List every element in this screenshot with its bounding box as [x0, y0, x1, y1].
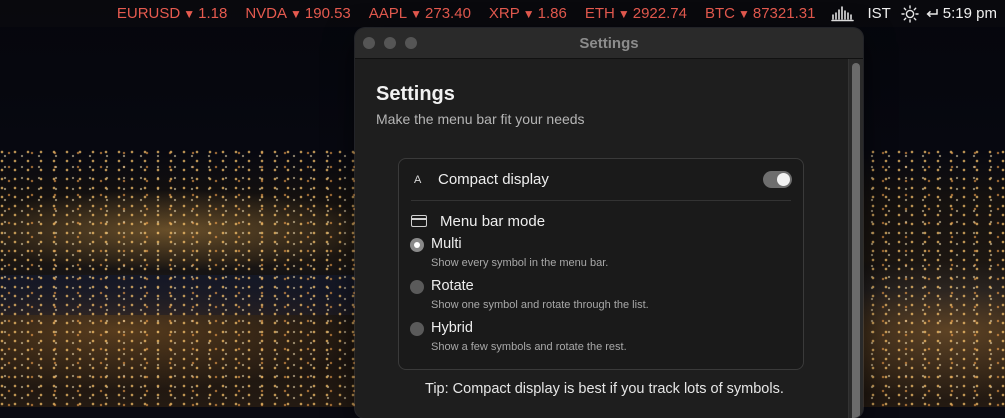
radio-rotate[interactable] [410, 280, 424, 294]
window-titlebar[interactable]: Settings [355, 28, 863, 59]
ticker-item[interactable]: EURUSD ▼ 1.18 [117, 5, 227, 22]
option-description: Show a few symbols and rotate the rest. [431, 341, 627, 353]
ticker-symbol: ETH [584, 5, 615, 22]
radio-multi[interactable] [410, 238, 424, 252]
compact-display-label: Compact display [438, 171, 549, 188]
ticker-value: 1.18 [198, 5, 228, 22]
down-arrow-icon: ▼ [410, 7, 423, 21]
tip-text: Tip: Compact display is best if you trac… [425, 381, 784, 397]
menu-bar-clock[interactable]: 5:19 pm [943, 5, 997, 22]
ticker-value: 87321.31 [752, 5, 816, 22]
window-title: Settings [579, 35, 639, 52]
ticker-value: 273.40 [425, 5, 471, 22]
ticker-item[interactable]: XRP ▼ 1.86 [489, 5, 567, 22]
scrollbar-thumb[interactable] [852, 63, 860, 418]
menu-bar: EURUSD ▼ 1.18 NVDA ▼ 190.53 AAPL ▼ 273.40 XRP ▼… [0, 0, 1005, 27]
ticker-item[interactable]: BTC ▼ 87321.31 [705, 5, 815, 22]
divider [411, 200, 791, 201]
option-label: Hybrid [431, 320, 473, 336]
waveform-icon[interactable] [831, 5, 855, 22]
toggle-knob [777, 173, 790, 186]
option-description: Show one symbol and rotate through the l… [431, 299, 649, 311]
mode-option-hybrid[interactable]: Hybrid Show a few symbols and rotate the… [410, 320, 790, 360]
option-description: Show every symbol in the menu bar. [431, 257, 609, 269]
return-arrow-icon[interactable] [925, 7, 939, 21]
down-arrow-icon: ▼ [617, 7, 630, 21]
mode-option-rotate[interactable]: Rotate Show one symbol and rotate throug… [410, 278, 790, 318]
ticker-symbol: XRP [488, 5, 520, 22]
down-arrow-icon: ▼ [737, 7, 750, 21]
down-arrow-icon: ▼ [183, 7, 196, 21]
option-label: Rotate [431, 278, 474, 294]
option-label: Multi [431, 236, 462, 252]
ticker-value: 2922.74 [632, 5, 687, 22]
brightness-icon[interactable] [901, 4, 919, 23]
ticker-symbol: NVDA [245, 5, 287, 22]
page-title: Settings [376, 83, 455, 105]
radio-hybrid[interactable] [410, 322, 424, 336]
ticker-symbol: BTC [704, 5, 735, 22]
scrollbar[interactable] [848, 59, 863, 418]
compact-display-toggle[interactable] [763, 171, 792, 188]
ticker-item[interactable]: AAPL ▼ 273.40 [369, 5, 471, 22]
settings-window: Settings Settings Make the menu bar fit … [355, 28, 863, 418]
compact-display-row: A Compact display [399, 159, 803, 199]
settings-group: A Compact display Menu bar mode Multi Sh… [398, 158, 804, 370]
down-arrow-icon: ▼ [522, 7, 535, 21]
ticker-item[interactable]: NVDA ▼ 190.53 [245, 5, 350, 22]
ticker-list: EURUSD ▼ 1.18 NVDA ▼ 190.53 AAPL ▼ 273.40 XRP ▼… [117, 5, 816, 22]
ticker-symbol: EURUSD [116, 5, 181, 22]
page-subtitle: Make the menu bar fit your needs [376, 111, 585, 127]
text-size-icon: A [414, 174, 422, 186]
ticker-value: 190.53 [304, 5, 351, 22]
window-icon [411, 215, 427, 227]
ticker-symbol: AAPL [368, 5, 408, 22]
ticker-value: 1.86 [537, 5, 567, 22]
down-arrow-icon: ▼ [290, 7, 302, 21]
mode-option-multi[interactable]: Multi Show every symbol in the menu bar. [410, 236, 790, 276]
timezone-label[interactable]: IST [867, 5, 890, 22]
ticker-item[interactable]: ETH ▼ 2922.74 [585, 5, 687, 22]
menu-bar-mode-label: Menu bar mode [440, 213, 546, 230]
